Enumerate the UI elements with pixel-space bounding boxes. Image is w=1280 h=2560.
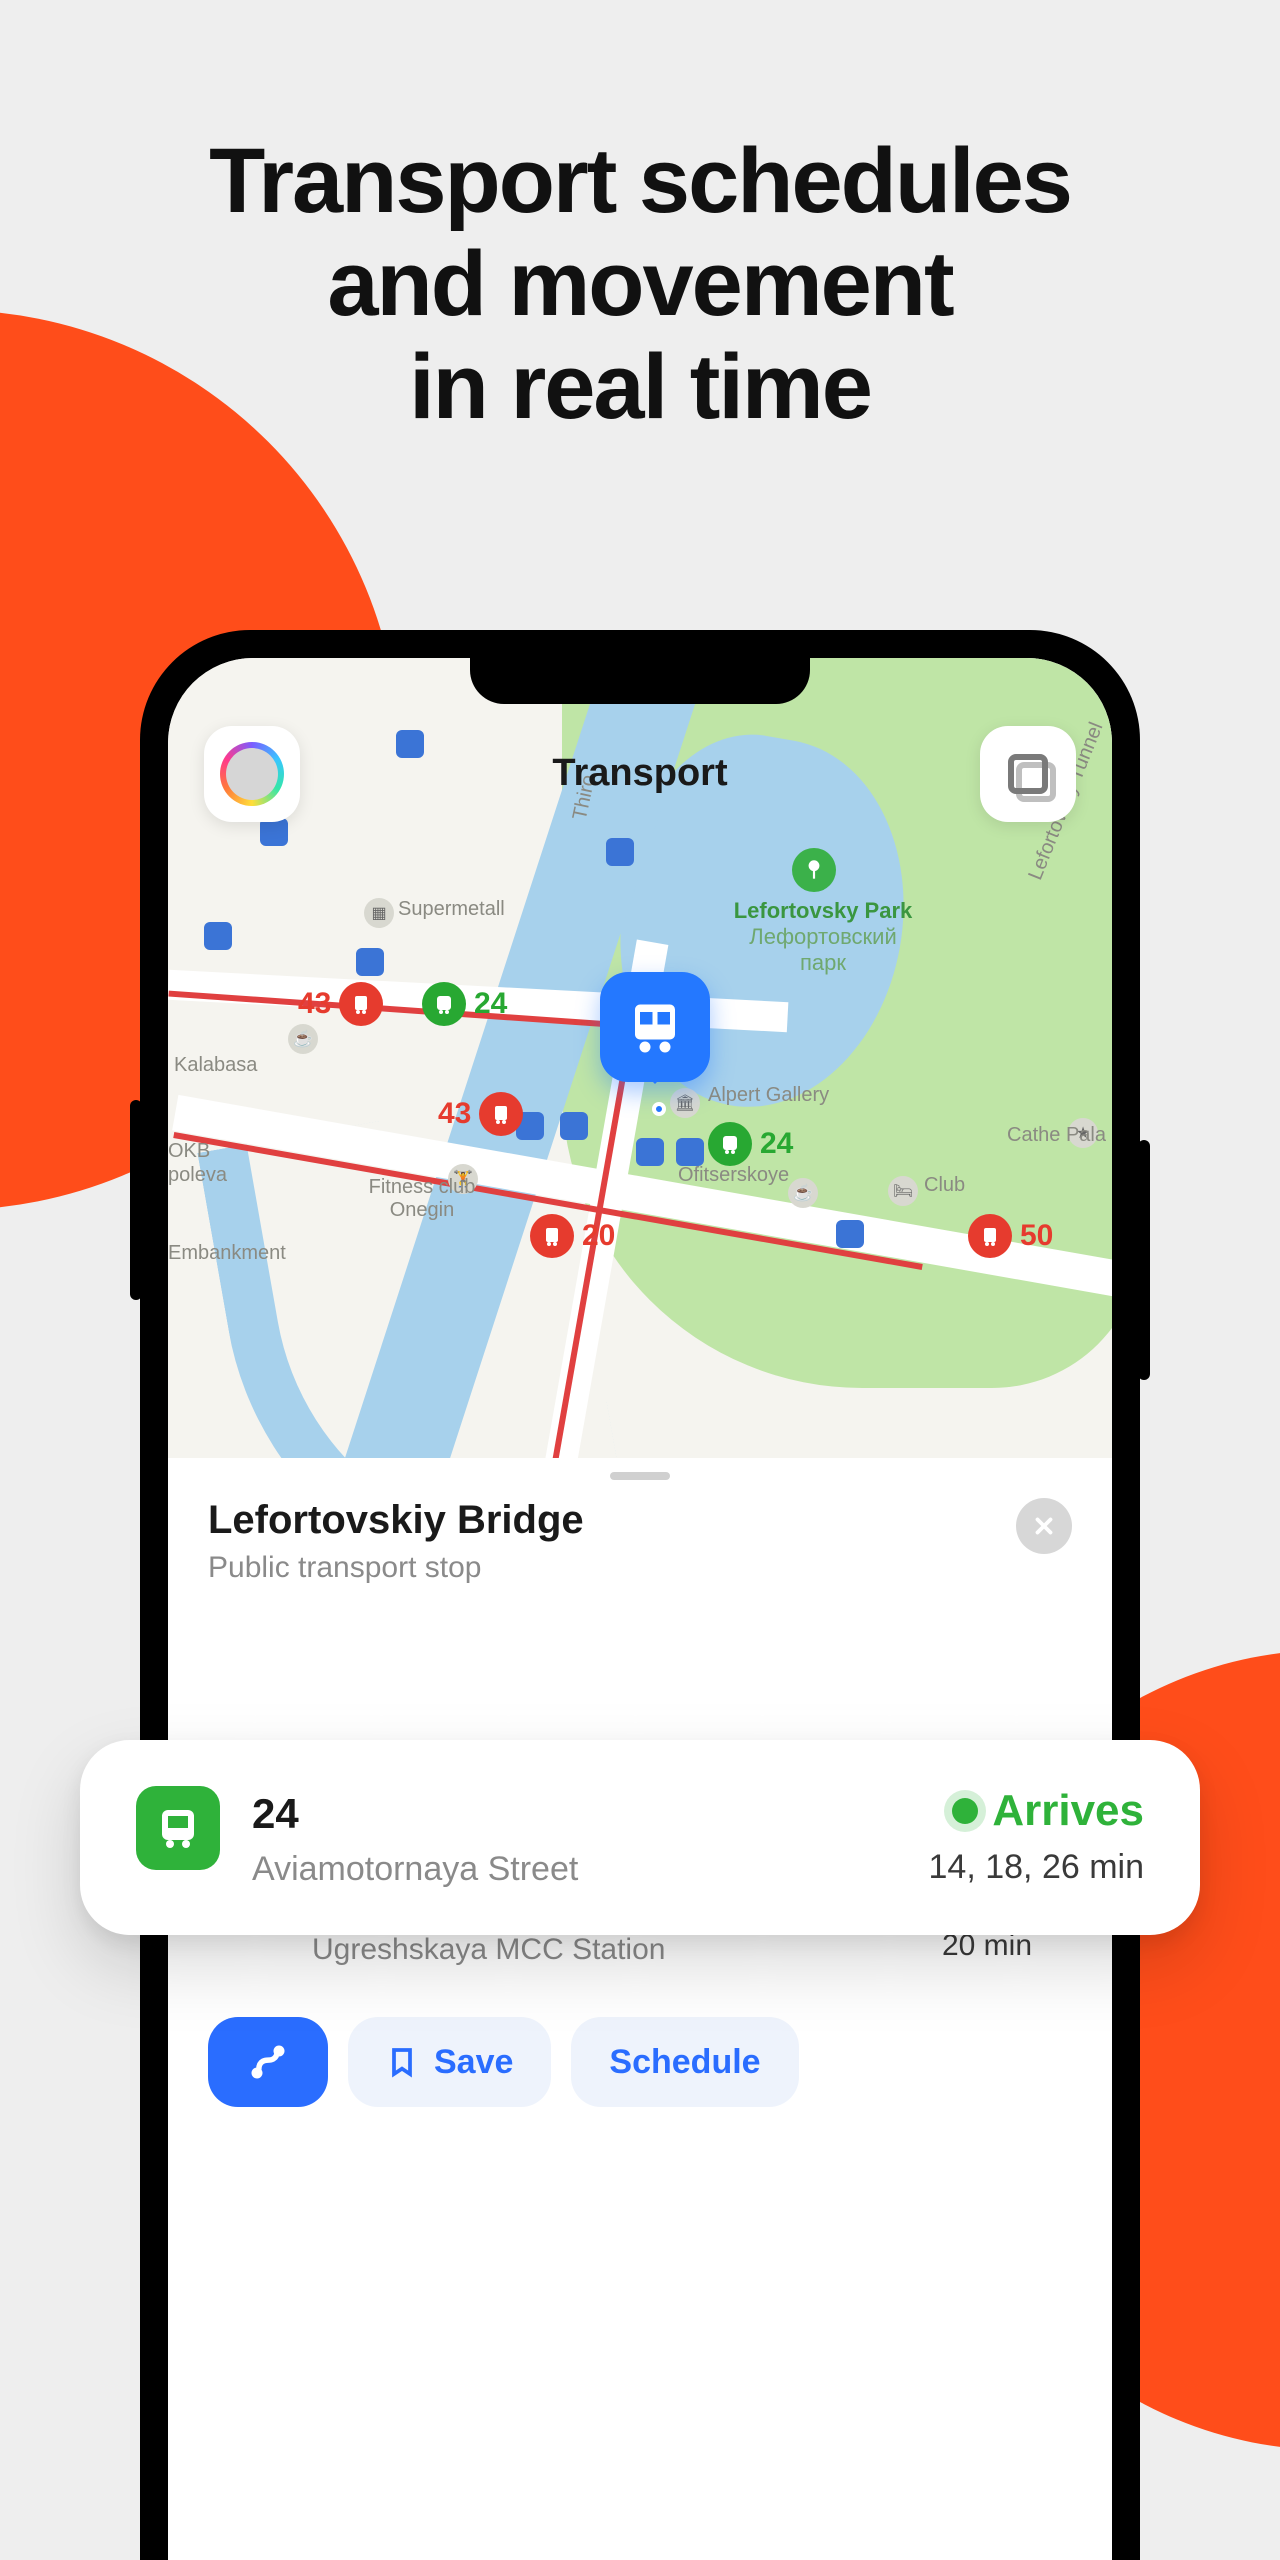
selected-stop-dot xyxy=(652,1102,666,1116)
phone-notch xyxy=(470,658,810,704)
park-pin-icon xyxy=(792,848,836,892)
poi-icon: 🛏 xyxy=(888,1176,918,1206)
map-pin-tram-43[interactable]: 43 xyxy=(438,1092,523,1136)
selected-stop-marker[interactable] xyxy=(600,972,710,1082)
arrival-status: Arrives xyxy=(929,1786,1144,1836)
avatar-icon xyxy=(220,742,284,806)
live-dot-icon xyxy=(952,1798,978,1824)
phone-screen: ▦ ☕ 🏋 🏛 ☕ 🛏 ★ Supermetall Kalabasa OKB p… xyxy=(168,658,1112,2560)
bottom-sheet[interactable]: Lefortovskiy Bridge Public transport sto… xyxy=(168,1458,1112,2560)
route-button[interactable] xyxy=(208,2017,328,2107)
stop-subtitle: Public transport stop xyxy=(208,1551,1016,1585)
profile-button[interactable] xyxy=(204,726,300,822)
layers-button[interactable] xyxy=(980,726,1076,822)
schedule-label: Schedule xyxy=(609,2043,760,2082)
poi-icon: ☕ xyxy=(788,1178,818,1208)
bus-icon xyxy=(136,1786,220,1870)
promo-headline: Transport schedules and movement in real… xyxy=(0,130,1280,439)
schedule-button[interactable]: Schedule xyxy=(571,2017,798,2107)
sheet-grabber[interactable] xyxy=(610,1472,670,1480)
poi-icon: 🏛 xyxy=(670,1088,700,1118)
stop-title: Lefortovskiy Bridge xyxy=(208,1498,1016,1543)
map-pin-tram-50[interactable]: 50 xyxy=(968,1214,1053,1258)
route-item-24[interactable]: 24 Aviamotornaya Street Arrives 14, 18, … xyxy=(80,1740,1200,1935)
save-button[interactable]: Save xyxy=(348,2017,551,2107)
map-pin-tram-20[interactable]: 20 xyxy=(530,1214,615,1258)
map-pin-tram-43[interactable]: 43 xyxy=(298,982,383,1026)
route-number: 24 xyxy=(252,1790,897,1838)
save-label: Save xyxy=(434,2043,513,2082)
route-destination: Ugreshskaya MCC Station xyxy=(312,1933,883,1967)
phone-frame: ▦ ☕ 🏋 🏛 ☕ 🛏 ★ Supermetall Kalabasa OKB p… xyxy=(140,630,1140,2560)
close-button[interactable] xyxy=(1016,1498,1072,1554)
map-mode-title: Transport xyxy=(168,752,1112,795)
layers-icon xyxy=(1008,754,1048,794)
map-pin-bus-24[interactable]: 24 xyxy=(708,1122,793,1166)
poi-icon: ▦ xyxy=(364,898,394,928)
route-destination: Aviamotornaya Street xyxy=(252,1850,897,1889)
poi-icon: ☕ xyxy=(288,1024,318,1054)
arrival-times: 14, 18, 26 min xyxy=(929,1848,1144,1887)
map-pin-bus-24[interactable]: 24 xyxy=(422,982,507,1026)
park-name: Lefortovsky Park Лефортовский парк xyxy=(728,898,918,976)
